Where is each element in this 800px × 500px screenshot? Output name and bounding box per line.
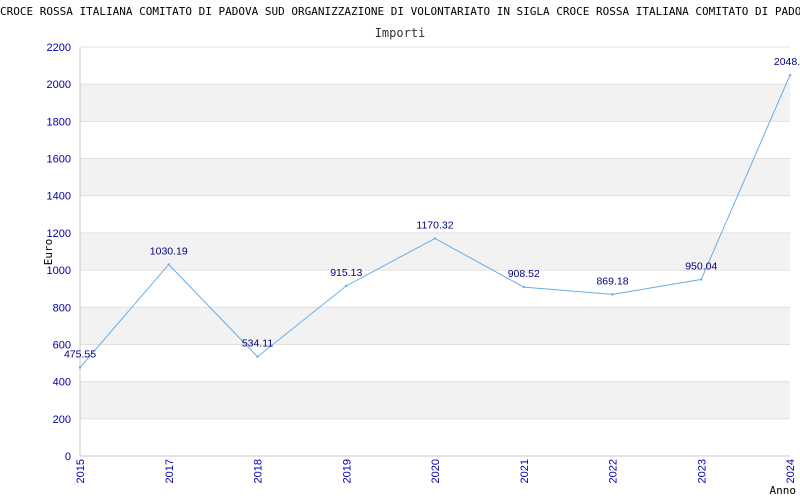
data-label: 475.55 (64, 349, 96, 361)
data-point (788, 73, 792, 77)
y-tick-label: 1800 (47, 116, 71, 128)
data-label: 908.52 (508, 268, 540, 280)
y-axis-title: Euro (42, 239, 55, 266)
y-tick-label: 2000 (47, 79, 71, 91)
data-point (345, 284, 348, 288)
y-tick-label: 1000 (47, 265, 71, 277)
grid-band (80, 381, 790, 419)
data-label: 2048.7 (774, 56, 800, 68)
x-tick-label: 2022 (608, 459, 620, 483)
x-tick-label: 2021 (519, 459, 531, 483)
data-label: 534.11 (242, 338, 273, 350)
x-tick-label: 2017 (164, 459, 176, 483)
x-tick-label: 2024 (785, 459, 797, 483)
y-tick-label: 1600 (47, 154, 71, 166)
data-label: 915.13 (330, 267, 362, 279)
x-axis-title: Anno (770, 484, 797, 497)
data-point (256, 355, 259, 358)
x-tick-label: 2023 (696, 459, 708, 483)
y-tick-label: 800 (53, 302, 71, 314)
x-tick-label: 2020 (430, 459, 442, 483)
y-tick-label: 200 (53, 414, 71, 426)
data-label: 1030.19 (150, 245, 188, 257)
x-tick-label: 2019 (341, 459, 353, 483)
data-point (167, 263, 170, 266)
y-tick-label: 0 (65, 451, 71, 463)
y-tick-label: 1200 (47, 228, 71, 240)
grid-band (80, 158, 790, 196)
y-tick-label: 1400 (47, 191, 71, 203)
y-tick-label: 2200 (47, 42, 71, 54)
y-tick-label: 400 (53, 377, 71, 389)
data-point (611, 293, 614, 296)
grid-band (80, 307, 790, 345)
data-point (78, 366, 82, 369)
x-tick-label: 2018 (253, 459, 265, 483)
chart-container: CROCE ROSSA ITALIANA COMITATO DI PADOVA … (0, 0, 800, 500)
data-label: 1170.32 (416, 219, 453, 231)
line-chart: 0200400600800100012001400160018002000220… (42, 42, 800, 497)
data-point (700, 278, 703, 281)
data-point (433, 237, 437, 240)
data-label: 869.18 (596, 275, 628, 287)
grid-band (80, 84, 790, 122)
data-label: 950.04 (685, 260, 717, 272)
x-tick-label: 2015 (75, 459, 87, 483)
data-point (522, 285, 525, 289)
